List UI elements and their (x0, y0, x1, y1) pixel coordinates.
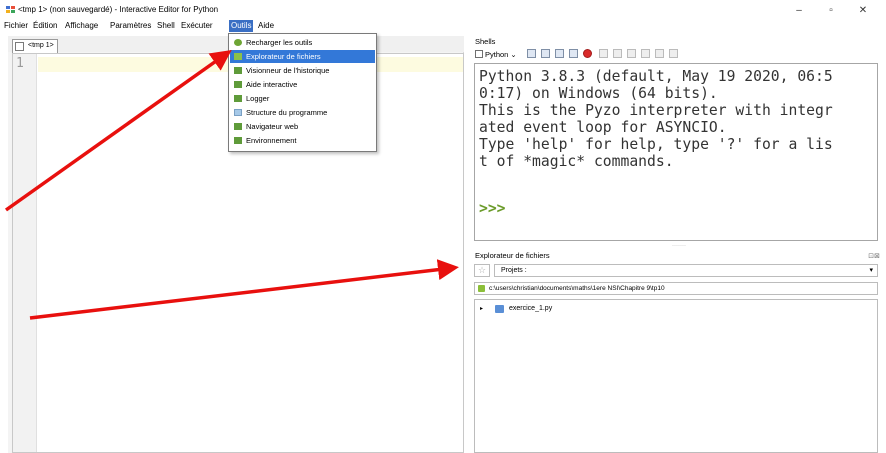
path-value: c:\users\christian\documents\maths\1ere … (489, 285, 665, 292)
structure-icon (234, 109, 242, 116)
history-icon (234, 67, 242, 74)
shell-output-line: ated event loop for ASYNCIO. (479, 119, 727, 136)
shell-terminate-icon[interactable] (583, 49, 592, 58)
menu-item-environment[interactable]: Environnement (230, 134, 375, 147)
outils-menu: Recharger les outils Explorateur de fich… (228, 33, 377, 152)
projects-select[interactable]: Projets : ▾ (494, 264, 878, 277)
line-number-gutter: 1 (13, 54, 37, 452)
chevron-down-icon: ▾ (869, 267, 873, 274)
shell-edit-icon[interactable] (527, 49, 536, 58)
shell-step-icon[interactable] (599, 49, 608, 58)
tab-checkbox[interactable] (15, 42, 24, 51)
editor-tab[interactable]: <tmp 1> (12, 39, 58, 53)
menu-affichage[interactable]: Affichage (63, 20, 100, 32)
shells-title: Shells (475, 37, 496, 46)
window-title: <tmp 1> (non sauvegardé) - Interactive E… (18, 5, 219, 14)
path-input[interactable]: c:\users\christian\documents\maths\1ere … (474, 282, 878, 295)
shell-interpreter-label: Python (485, 49, 509, 59)
file-explorer-panel: Explorateur de fichiers ⊡⊠ ☆ Projets : ▾… (474, 250, 880, 453)
help-icon (234, 81, 242, 88)
close-button[interactable]: ✕ (848, 2, 878, 18)
menu-item-history[interactable]: Visionneur de l'historique (230, 64, 375, 77)
menu-outils[interactable]: Outils (229, 20, 254, 32)
web-icon (234, 123, 242, 130)
shell-run-icon[interactable] (541, 49, 550, 58)
editor-tab-label: <tmp 1> (28, 42, 54, 49)
projects-select-label: Projets : (501, 267, 527, 274)
menu-parametres[interactable]: Paramètres (108, 20, 153, 32)
shell-step-out-icon[interactable] (627, 49, 636, 58)
shell-output-line: This is the Pyzo interpreter with integr (479, 102, 833, 119)
menu-shell[interactable]: Shell (155, 20, 177, 32)
shell-restart-icon[interactable] (569, 49, 578, 58)
shell-output-line: Python 3.8.3 (default, May 19 2020, 06:5 (479, 68, 833, 85)
file-explorer-title: Explorateur de fichiers (475, 251, 550, 260)
shell-down-icon[interactable] (655, 49, 664, 58)
shell-debug-icon[interactable] (555, 49, 564, 58)
star-icon[interactable]: ☆ (474, 264, 490, 277)
environment-icon (234, 137, 242, 144)
file-browser-icon (234, 53, 242, 60)
menu-item-reload-tools[interactable]: Recharger les outils (230, 36, 375, 49)
menu-bar: Fichier Édition Affichage Paramètres She… (0, 20, 886, 32)
menu-item-logger[interactable]: Logger (230, 92, 375, 105)
shell-up-icon[interactable] (641, 49, 650, 58)
tree-item[interactable]: ▸ exercice_1.py (475, 303, 877, 315)
shell-menu-icon[interactable] (669, 49, 678, 58)
menu-item-program-structure[interactable]: Structure du programme (230, 106, 375, 119)
chevron-down-icon: ⌄ (510, 49, 517, 59)
python-shell-dropdown[interactable]: Python ⌄ (475, 47, 517, 61)
shell-toolbar: Python ⌄ (475, 47, 879, 61)
maximize-button[interactable]: ▫ (816, 2, 846, 18)
dock-float-close-icon[interactable]: ⊡⊠ (868, 252, 880, 260)
menu-item-file-browser[interactable]: Explorateur de fichiers (230, 50, 375, 63)
pyzo-app-icon (6, 6, 15, 13)
line-number: 1 (16, 56, 24, 71)
minimize-button[interactable]: – (784, 2, 814, 18)
logger-icon (234, 95, 242, 102)
shell-step-into-icon[interactable] (613, 49, 622, 58)
menu-fichier[interactable]: Fichier (2, 20, 30, 32)
menu-item-web-browser[interactable]: Navigateur web (230, 120, 375, 133)
shell-console[interactable]: Python 3.8.3 (default, May 19 2020, 06:5… (474, 63, 878, 241)
menu-aide[interactable]: Aide (256, 20, 276, 32)
reload-icon (234, 39, 242, 46)
menu-item-interactive-help[interactable]: Aide interactive (230, 78, 375, 91)
python-file-icon (495, 305, 504, 313)
expand-arrow-icon[interactable]: ▸ (480, 303, 483, 315)
file-tree[interactable]: ▸ exercice_1.py (474, 299, 878, 453)
title-bar: <tmp 1> (non sauvegardé) - Interactive E… (0, 0, 886, 20)
shell-output-line: t of *magic* commands. (479, 153, 674, 170)
menu-edition[interactable]: Édition (31, 20, 59, 32)
folder-up-icon[interactable] (478, 285, 485, 292)
shell-prompt: >>> (479, 200, 506, 217)
pane-splitter[interactable]: ······· (672, 243, 686, 249)
shell-output-line: Type 'help' for help, type '?' for a lis (479, 136, 833, 153)
shell-output-line: 0:17) on Windows (64 bits). (479, 85, 718, 102)
tree-item-label: exercice_1.py (509, 305, 553, 312)
shell-icon (475, 50, 483, 58)
menu-executer[interactable]: Exécuter (179, 20, 215, 32)
